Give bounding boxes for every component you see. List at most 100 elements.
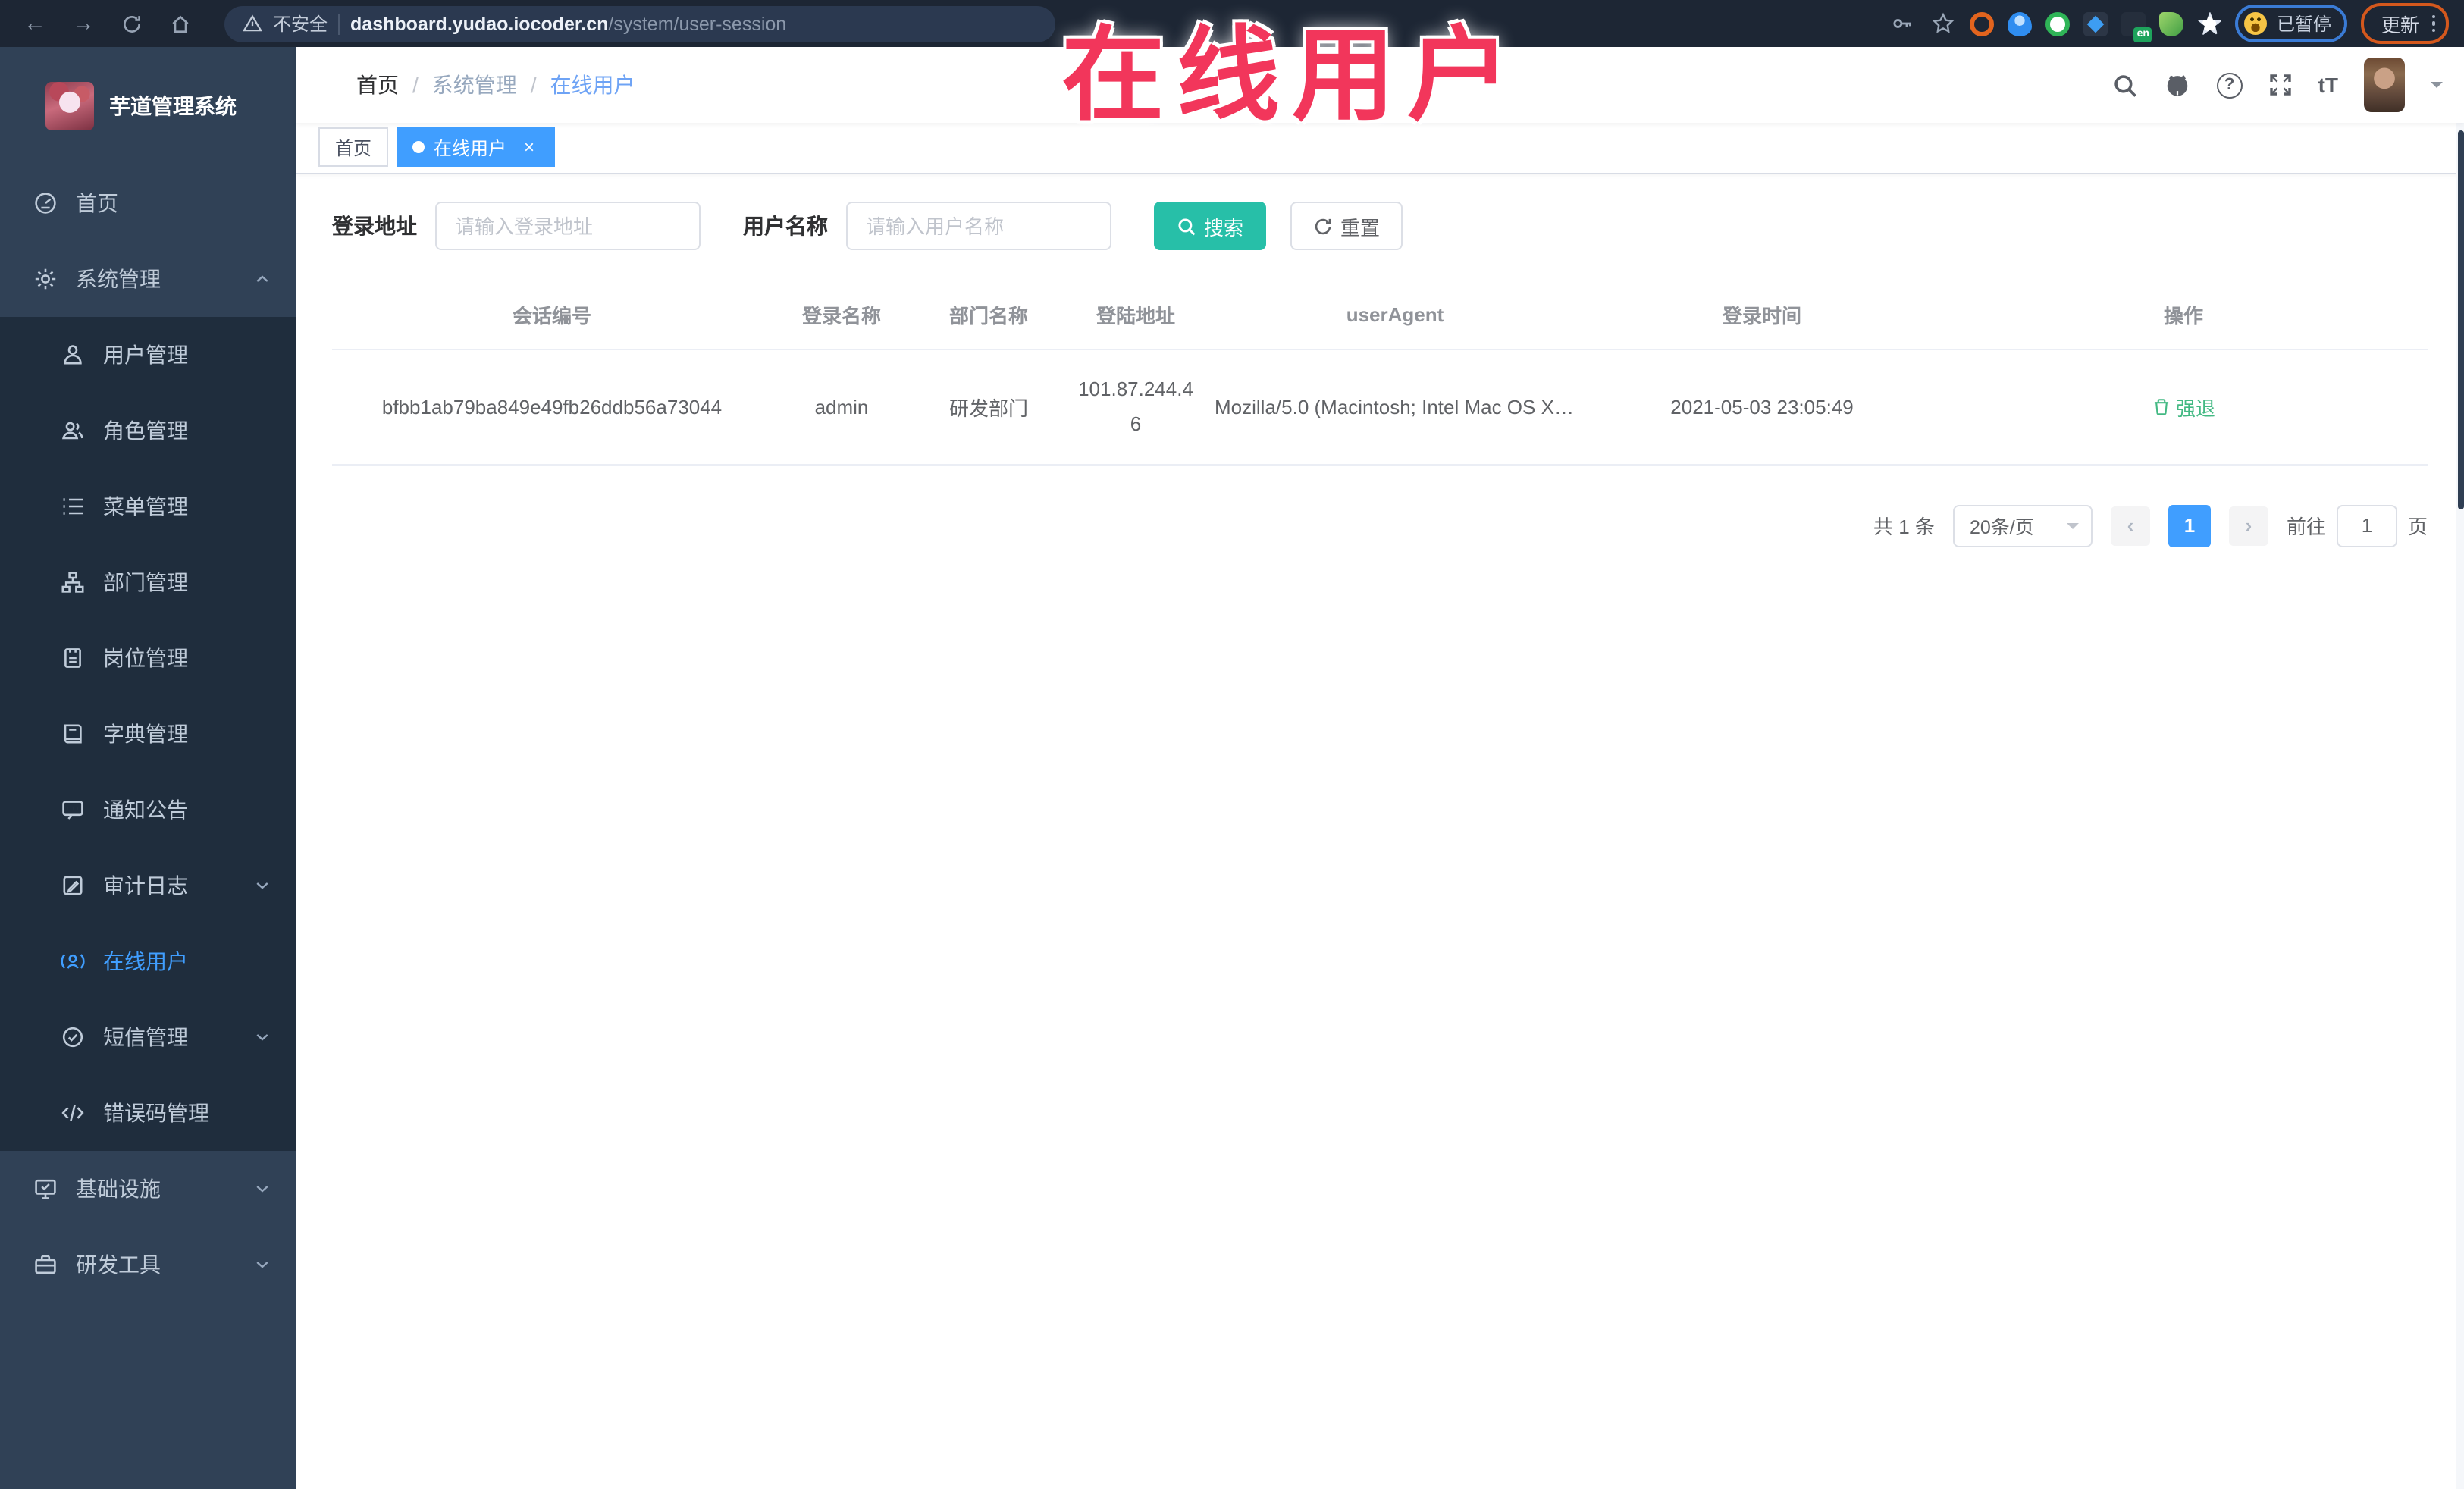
user-icon [61,343,85,367]
monitor-icon [33,1177,58,1201]
avatar-caret-icon[interactable] [2431,82,2443,94]
bookmark-star-icon[interactable] [1930,10,1957,37]
help-icon[interactable] [2216,72,2243,98]
online-user-icon [61,949,85,973]
user-avatar[interactable] [2364,58,2405,112]
search-icon [1177,216,1196,236]
divider [338,13,340,34]
reset-button[interactable]: 重置 [1290,202,1403,250]
app-logo [45,82,94,130]
sidebar-item-infrastructure[interactable]: 基础设施 [0,1151,296,1227]
breadcrumb-system[interactable]: 系统管理 [432,70,517,100]
page-url[interactable]: dashboard.yudao.iocoder.cn/system/user-s… [350,13,786,34]
trash-icon [2152,397,2171,417]
sidebar-item-label: 用户管理 [103,343,188,367]
translate-extension-icon[interactable]: en [2121,11,2152,42]
sidebar-item-errorcode-mgmt[interactable]: 错误码管理 [0,1075,296,1151]
tab-home[interactable]: 首页 [318,127,389,167]
cell-dept: 研发部门 [911,350,1066,466]
sidebar-item-online-users[interactable]: 在线用户 [0,923,296,999]
page-size-select[interactable]: 20条/页 [1952,504,2093,547]
sidebar-item-dept-mgmt[interactable]: 部门管理 [0,544,296,620]
main-area: 首页 / 系统管理 / 在线用户 ? tT 首页 在线用户 × 登录地址 请输入… [296,47,2464,1489]
extension-icon[interactable] [2045,11,2071,36]
home-icon[interactable] [161,7,200,40]
sidebar-item-post-mgmt[interactable]: 岗位管理 [0,620,296,696]
close-tab-icon[interactable] [519,136,540,158]
toolbox-icon [33,1252,58,1277]
sidebar-item-system[interactable]: 系统管理 [0,241,296,317]
browser-toolbar: ← → 不安全 dashboard.yudao.iocoder.cn/syste… [0,0,2464,47]
sidebar-menu: 首页 系统管理 用户管理 角色管理 菜单管理 部门管理 岗位管理 字典管理 通知… [0,165,296,1302]
breadcrumb: 首页 / 系统管理 / 在线用户 [356,70,635,100]
scrollbar[interactable] [2456,47,2464,1489]
extension-icon[interactable] [2083,11,2108,36]
sidebar-item-menu-mgmt[interactable]: 菜单管理 [0,469,296,544]
sidebar-item-label: 首页 [76,191,118,215]
pagination: 共 1 条 20条/页 ‹ 1 › 前往 页 [332,504,2428,547]
forward-icon[interactable]: → [64,7,103,40]
goto-page-input[interactable] [2336,504,2397,547]
sidebar-item-dev-tools[interactable]: 研发工具 [0,1227,296,1302]
tags-view-bar: 首页 在线用户 [296,123,2464,174]
force-logout-button[interactable]: 强退 [2152,393,2215,422]
sidebar-item-role-mgmt[interactable]: 角色管理 [0,393,296,469]
search-button[interactable]: 搜索 [1154,202,1267,250]
fullscreen-icon[interactable] [2268,73,2293,97]
url-path: /system/user-session [608,13,787,34]
sidebar-item-home[interactable]: 首页 [0,165,296,241]
check-circle-icon [61,1025,85,1049]
table-header-row: 会话编号 登录名称 部门名称 登陆地址 userAgent 登录时间 操作 [332,284,2428,350]
paused-extension-badge[interactable]: 已暂停 [2235,5,2348,42]
list-icon [61,494,85,519]
sidebar-item-label: 系统管理 [76,267,161,291]
table-row: bfbb1ab79ba849e49fb26ddb56a73044 admin 研… [332,350,2428,466]
next-page-button[interactable]: › [2228,506,2268,546]
collapse-sidebar-icon[interactable] [314,71,344,99]
sidebar-item-notice[interactable]: 通知公告 [0,772,296,848]
key-icon[interactable] [1889,10,1916,37]
chevron-up-icon [253,270,271,288]
current-page-button[interactable]: 1 [2168,504,2211,547]
breadcrumb-separator: / [530,73,537,97]
en-badge: en [2133,27,2152,42]
prev-page-button[interactable]: ‹ [2110,506,2150,546]
scrollbar-thumb[interactable] [2457,130,2463,509]
sidebar-item-audit-log[interactable]: 审计日志 [0,848,296,923]
tab-online-users[interactable]: 在线用户 [397,127,556,167]
filter-form: 登录地址 用户名称 搜索 重置 [332,202,2428,250]
back-icon[interactable]: ← [15,7,55,40]
browser-update-button[interactable]: 更新 [2361,3,2449,44]
extension-icon[interactable] [2197,11,2222,36]
warning-icon [243,14,262,33]
chevron-down-icon [253,876,271,895]
sidebar-item-label: 通知公告 [103,798,188,822]
sidebar-item-dict-mgmt[interactable]: 字典管理 [0,696,296,772]
sidebar-item-label: 角色管理 [103,418,188,443]
reload-icon[interactable] [112,7,152,40]
col-session-id: 会话编号 [332,284,772,350]
browser-menu-icon[interactable] [2431,14,2435,33]
sidebar-item-label: 基础设施 [76,1177,161,1201]
active-dot-icon [412,141,425,153]
extension-icon[interactable] [1970,11,1995,36]
breadcrumb-home[interactable]: 首页 [356,70,399,100]
sidebar-header[interactable]: 芋道管理系统 [0,47,296,165]
sidebar-item-sms-mgmt[interactable]: 短信管理 [0,999,296,1075]
extension-icon[interactable] [2008,11,2033,36]
search-icon[interactable] [2112,72,2138,98]
sidebar-item-user-mgmt[interactable]: 用户管理 [0,317,296,393]
chevron-down-icon [253,1180,271,1198]
extension-icon[interactable] [2159,11,2184,36]
login-address-input[interactable] [435,202,701,250]
font-size-icon[interactable] [2318,73,2338,97]
address-bar[interactable]: 不安全 dashboard.yudao.iocoder.cn/system/us… [224,5,1055,42]
screen: ← → 不安全 dashboard.yudao.iocoder.cn/syste… [0,0,2464,1489]
message-icon [61,798,85,822]
col-username: 登录名称 [772,284,911,350]
reset-button-label: 重置 [1340,216,1381,239]
github-icon[interactable] [2164,71,2191,99]
security-label[interactable]: 不安全 [273,11,328,36]
username-input[interactable] [846,202,1111,250]
audit-log-icon [61,873,85,898]
